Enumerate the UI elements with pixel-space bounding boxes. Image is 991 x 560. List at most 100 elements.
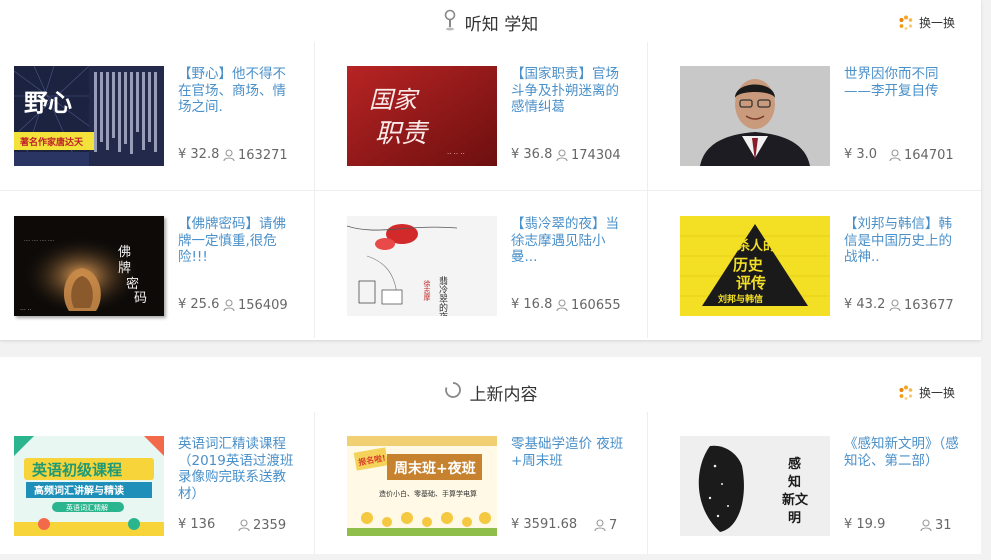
svg-text:···· ···· ···· ····: ···· ···· ···· ···· — [24, 238, 55, 244]
item-views-count: 7 — [609, 518, 618, 533]
item-views-count: 163677 — [904, 298, 954, 313]
cover-text: 国家 — [369, 86, 420, 114]
svg-text:杀人的: 杀人的 — [737, 238, 776, 254]
item-views: 160655 — [556, 298, 621, 313]
list-item[interactable]: 英语初级课程 高频词汇讲解与精读 英语词汇精解 英语词汇精读课程（2019英语过… — [0, 412, 327, 560]
list-item[interactable]: 国家 职责 ·· ·· ·· 【国家职责】官场斗争及扑朔迷离的感情纠葛 ¥ 36… — [333, 42, 660, 190]
user-icon — [223, 149, 235, 162]
item-price: ¥ 32.8 — [178, 147, 220, 162]
item-views: 156409 — [223, 298, 288, 313]
item-views: 163677 — [889, 298, 954, 313]
course-cover[interactable]: 英语初级课程 高频词汇讲解与精读 英语词汇精解 — [14, 436, 164, 536]
svg-text:码: 码 — [134, 291, 147, 306]
cover-subtext: 造价小白、零基础、手算学电算 — [379, 489, 477, 498]
item-title-link[interactable]: 【佛牌密码】请佛牌一定慎重,很危险!!! — [178, 216, 298, 266]
list-item[interactable]: 野心 著名作家唐达天 【野心】他不得不在官场、商场、情场之间. ¥ 32.8 1… — [0, 42, 327, 190]
item-views-count: 163271 — [238, 148, 288, 163]
user-icon — [223, 299, 235, 312]
refresh-label: 换一换 — [918, 386, 955, 400]
item-price: ¥ 36.8 — [511, 147, 553, 162]
item-views: 2359 — [238, 518, 286, 533]
item-title-link[interactable]: 【野心】他不得不在官场、商场、情场之间. — [178, 66, 298, 116]
refresh-button[interactable]: 换一换 — [898, 14, 955, 31]
section-title: 听知 学知 — [0, 0, 981, 44]
cover-subtext: 刘邦与韩信 — [718, 293, 763, 305]
list-item[interactable]: 翡冷翠的夜 徐志摩 【翡冷翠的夜】当徐志摩遇见陆小曼... ¥ 16.8 160… — [333, 192, 660, 340]
cover-subtext: 著名作家唐达天 — [20, 136, 84, 148]
user-icon — [594, 519, 606, 532]
user-icon — [889, 299, 901, 312]
list-item[interactable]: 感 知 新文 明 《感知新文明》（感知论、第二部） ¥ 19.9 31 — [666, 412, 991, 560]
book-cover[interactable]: 杀人的 历史 评传 刘邦与韩信 — [680, 216, 830, 316]
svg-text:知: 知 — [788, 474, 801, 490]
svg-text:··· ··: ··· ·· — [20, 307, 32, 314]
item-title-link[interactable]: 《感知新文明》（感知论、第二部） — [844, 436, 964, 469]
book-cover[interactable]: 国家 职责 ·· ·· ·· — [347, 66, 497, 166]
svg-text:职责: 职责 — [375, 119, 430, 149]
section-title-text: 上新内容 — [469, 384, 538, 405]
user-icon — [238, 519, 250, 532]
section-title-text: 听知 学知 — [464, 14, 539, 35]
svg-text:密: 密 — [126, 276, 139, 292]
item-views-count: 156409 — [238, 298, 288, 313]
item-price: ¥ 136 — [178, 517, 216, 532]
item-views-count: 2359 — [253, 518, 287, 533]
item-views-count: 164701 — [904, 148, 954, 163]
cover-text: 感 — [788, 456, 801, 472]
item-price: ¥ 16.8 — [511, 297, 553, 312]
book-cover[interactable]: 翡冷翠的夜 徐志摩 — [347, 216, 497, 316]
item-views: 7 — [594, 518, 617, 533]
list-item[interactable]: 报名啦! 周末班+夜班 造价小白、零基础、手算学电算 零基础学造价 夜班+周末班… — [333, 412, 660, 560]
user-icon — [556, 299, 568, 312]
pin-icon — [443, 9, 457, 36]
item-title-link[interactable]: 【刘邦与韩信】韩信是中国历史上的战神.. — [844, 216, 964, 266]
item-title-link[interactable]: 【翡冷翠的夜】当徐志摩遇见陆小曼... — [511, 216, 631, 266]
section-header: 听知 学知 换一换 — [0, 0, 981, 44]
item-views: 31 — [920, 518, 952, 533]
item-price: ¥ 43.2 — [844, 297, 886, 312]
item-price: ¥ 3.0 — [844, 147, 878, 162]
cover-tag: 英语词汇精解 — [66, 503, 108, 512]
item-title-link[interactable]: 英语词汇精读课程（2019英语过渡班录像购完联系送教材） — [178, 436, 298, 502]
svg-text:·· ·· ··: ·· ·· ·· — [447, 150, 465, 158]
section-listen-learn: 听知 学知 换一换 野心 著名作家唐达天 【野心】他不得不在官场、商场、情场之间… — [0, 0, 981, 340]
item-views: 163271 — [223, 148, 288, 163]
list-item[interactable]: 杀人的 历史 评传 刘邦与韩信 【刘邦与韩信】韩信是中国历史上的战神.. ¥ 4… — [666, 192, 991, 340]
item-views-count: 174304 — [571, 148, 621, 163]
list-item[interactable]: 世界因你而不同——李开复自传 ¥ 3.0 164701 — [666, 42, 991, 190]
item-price: ¥ 25.6 — [178, 297, 220, 312]
refresh-dots-icon — [899, 385, 913, 400]
user-icon — [556, 149, 568, 162]
book-cover[interactable] — [680, 66, 830, 166]
cover-text: 英语初级课程 — [32, 461, 122, 479]
item-title-link[interactable]: 【国家职责】官场斗争及扑朔迷离的感情纠葛 — [511, 66, 631, 116]
item-price: ¥ 19.9 — [844, 517, 886, 532]
list-item[interactable]: 佛 牌 密 码 ···· ···· ···· ···· ··· ·· 【佛牌密码… — [0, 192, 327, 340]
cover-text: 野心 — [24, 89, 72, 117]
cover-text: 周末班+夜班 — [394, 460, 476, 477]
svg-text:牌: 牌 — [118, 260, 131, 276]
refresh-label: 换一换 — [918, 16, 955, 30]
refresh-dots-icon — [899, 15, 913, 30]
cover-text: 翡冷翠的夜 — [437, 275, 448, 316]
user-icon — [889, 149, 901, 162]
svg-text:明: 明 — [788, 511, 801, 526]
item-views: 164701 — [889, 148, 954, 163]
user-icon — [920, 519, 932, 532]
item-views-count: 31 — [935, 518, 952, 533]
book-cover[interactable]: 感 知 新文 明 — [680, 436, 830, 536]
book-cover[interactable]: 野心 著名作家唐达天 — [14, 66, 164, 166]
book-cover[interactable]: 佛 牌 密 码 ···· ···· ···· ···· ··· ·· — [14, 216, 164, 316]
item-grid: 英语初级课程 高频词汇讲解与精读 英语词汇精解 英语词汇精读课程（2019英语过… — [0, 412, 981, 554]
refresh-button[interactable]: 换一换 — [898, 384, 955, 401]
loading-icon — [444, 381, 462, 404]
item-views-count: 160655 — [571, 298, 621, 313]
course-cover[interactable]: 报名啦! 周末班+夜班 造价小白、零基础、手算学电算 — [347, 436, 497, 536]
item-title-link[interactable]: 零基础学造价 夜班+周末班 — [511, 436, 631, 469]
cover-text: 佛 — [118, 245, 131, 260]
item-title-link[interactable]: 世界因你而不同——李开复自传 — [844, 66, 964, 99]
cover-subtext: 高频词汇讲解与精读 — [34, 484, 124, 497]
svg-text:徐志摩: 徐志摩 — [423, 279, 431, 302]
cover-text: 历史 — [733, 256, 764, 274]
item-views: 174304 — [556, 148, 621, 163]
